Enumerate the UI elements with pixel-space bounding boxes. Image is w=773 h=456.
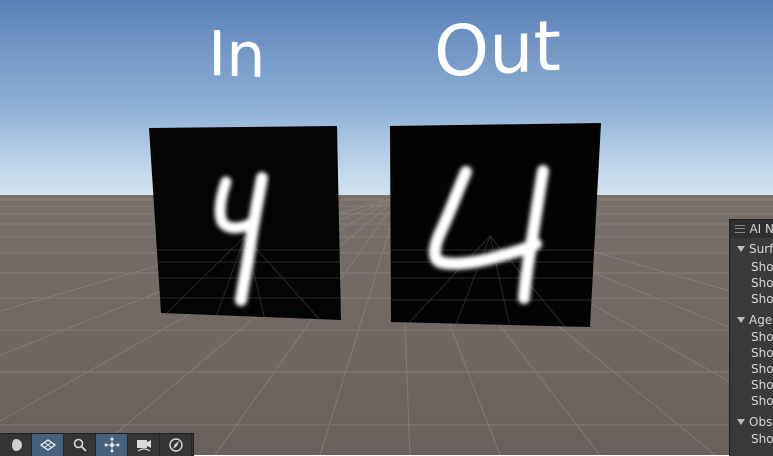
obstacle-option[interactable]: Sho [730,431,773,447]
scene-tools-overlay [0,433,194,456]
agent-option[interactable]: Sho [730,393,773,409]
overlay-title-bar[interactable]: AI N [730,220,773,238]
sky [0,0,773,196]
tool-lighting[interactable] [0,434,32,456]
section-label: Surf [749,242,773,256]
agent-option[interactable]: Sho [730,377,773,393]
lighting-toggle-icon [9,439,22,451]
tool-navmesh-surface[interactable] [32,434,64,456]
output-image-quad[interactable] [390,123,601,327]
foldout-arrow-icon[interactable] [737,419,745,425]
section-obstacles-header[interactable]: Obs [730,414,773,430]
overlay-title: AI N [749,222,773,236]
surface-option[interactable]: Sho [730,291,773,307]
agent-option[interactable]: Sho [730,345,773,361]
foldout-arrow-icon[interactable] [737,246,745,252]
input-label: In [208,16,266,93]
agent-option[interactable]: Sho [730,361,773,377]
section-agents-header[interactable]: Age [730,312,773,328]
output-label: Out [434,4,561,94]
surface-option[interactable]: Sho [730,259,773,275]
foldout-arrow-icon[interactable] [737,317,745,323]
scene-view[interactable] [0,0,773,455]
tool-camera[interactable] [128,434,160,456]
navmesh-surface-icon [39,439,56,451]
ground-plane [0,195,773,455]
input-image-quad[interactable] [149,126,341,320]
tool-agent-move[interactable] [96,434,128,456]
agent-move-icon [104,437,119,453]
section-label: Age [749,313,773,327]
magnifier-icon [73,438,87,452]
tool-search[interactable] [64,434,96,456]
ai-navigation-overlay[interactable]: AI N Surf Sho Sho Sho Age Sho Sho Sho Sh… [729,219,773,456]
section-label: Obs [749,415,773,429]
surface-option[interactable]: Sho [730,275,773,291]
drag-handle-icon[interactable] [735,225,746,233]
tool-compass[interactable] [160,434,192,456]
compass-icon [168,438,183,452]
camera-icon [136,440,151,452]
agent-option[interactable]: Sho [730,329,773,345]
section-surfaces-header[interactable]: Surf [730,241,773,257]
